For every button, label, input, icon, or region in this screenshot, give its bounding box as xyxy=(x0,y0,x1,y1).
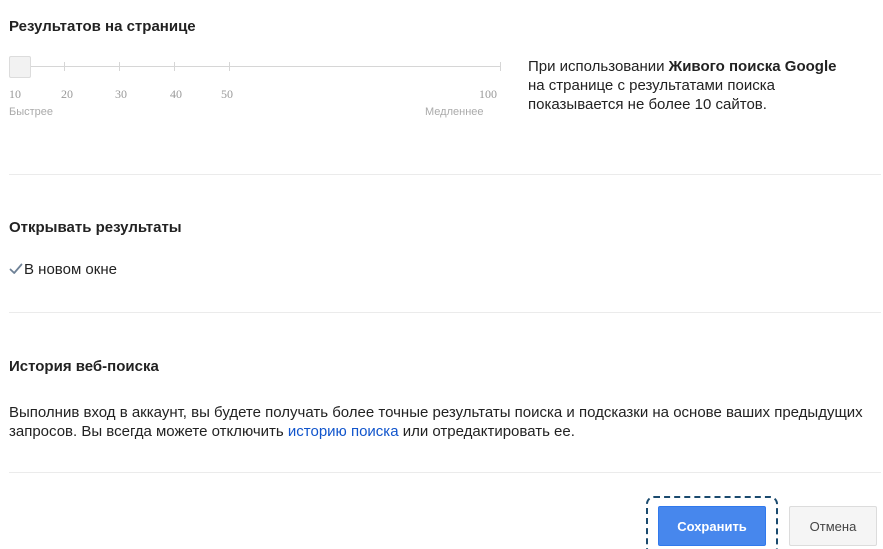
open-results-title: Открывать результаты xyxy=(9,219,182,236)
info-text-pre: При использовании xyxy=(528,58,669,75)
new-window-checkbox[interactable] xyxy=(9,262,23,276)
slider-tick xyxy=(500,62,501,71)
info-text-post: на странице с результатами поиска показы… xyxy=(528,77,775,113)
cancel-button[interactable]: Отмена xyxy=(789,506,877,546)
slider-tick xyxy=(229,62,230,71)
slider-track[interactable] xyxy=(9,66,501,67)
slider-label-10: 10 xyxy=(9,87,21,101)
slider-label-40: 40 xyxy=(170,87,182,101)
checkmark-icon xyxy=(9,263,23,274)
faster-label: Быстрее xyxy=(9,106,54,118)
section-divider xyxy=(9,312,881,313)
slider-tick xyxy=(64,62,65,71)
info-text-bold: Живого поиска Google xyxy=(668,58,837,75)
results-per-page-title: Результатов на странице xyxy=(9,18,196,35)
save-button[interactable]: Сохранить xyxy=(658,506,766,546)
slider-tick xyxy=(119,62,120,71)
slider-label-100: 100 xyxy=(479,87,497,101)
search-history-link[interactable]: историю поиска xyxy=(288,423,399,440)
section-divider xyxy=(9,174,881,175)
search-settings-page: Результатов на странице 10 20 30 40 50 1… xyxy=(0,0,883,549)
instant-search-info: При использовании Живого поиска Google н… xyxy=(528,57,848,114)
web-history-title: История веб-поиска xyxy=(9,358,159,375)
slider-tick xyxy=(174,62,175,71)
slider-label-50: 50 xyxy=(221,87,233,101)
history-text-post: или отредактировать ее. xyxy=(398,423,575,440)
new-window-label[interactable]: В новом окне xyxy=(24,261,117,278)
section-divider xyxy=(9,472,881,473)
slider-label-20: 20 xyxy=(61,87,73,101)
slower-label: Медленнее xyxy=(425,106,484,118)
slider-label-30: 30 xyxy=(115,87,127,101)
web-history-description: Выполнив вход в аккаунт, вы будете получ… xyxy=(9,403,879,441)
slider-handle[interactable] xyxy=(9,56,31,78)
